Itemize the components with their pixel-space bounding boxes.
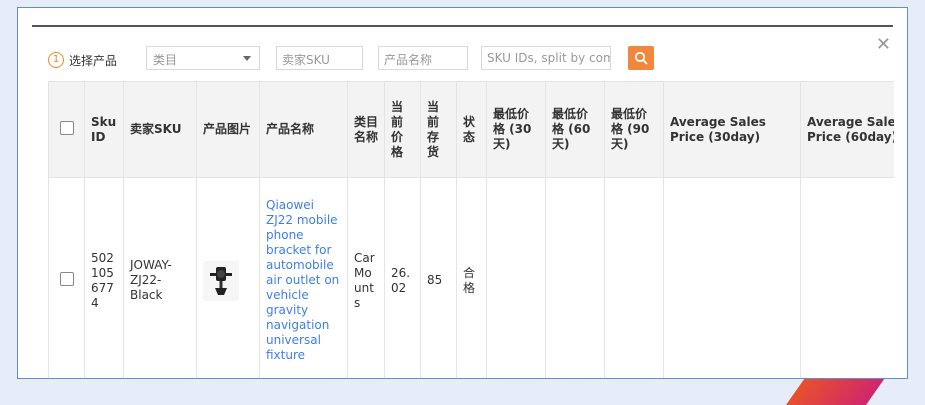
cell-seller-sku: JOWAY-ZJ22-Black bbox=[123, 177, 197, 378]
category-select[interactable]: 类目 bbox=[146, 46, 260, 70]
seller-sku-input[interactable]: 卖家SKU bbox=[276, 46, 363, 70]
cell-avg-price-30 bbox=[663, 177, 801, 378]
cell-min-price-60 bbox=[545, 177, 605, 378]
product-name-input[interactable]: 产品名称 bbox=[378, 46, 468, 70]
search-icon bbox=[634, 51, 648, 65]
header-current-stock[interactable]: 当前存货 bbox=[420, 81, 457, 178]
header-min-price-60[interactable]: 最低价格 (60天) bbox=[545, 81, 605, 178]
cell-product-name[interactable]: Qiaowei ZJ22 mobile phone bracket for au… bbox=[259, 177, 348, 378]
category-select-value: 类目 bbox=[153, 53, 178, 67]
select-product-dialog: ✕ 1 选择产品 类目 卖家SKU 产品名称 SKU IDs, split by… bbox=[17, 7, 908, 379]
header-avg-price-30[interactable]: Average Sales Price (30day) bbox=[663, 81, 801, 178]
close-icon[interactable]: ✕ bbox=[876, 36, 891, 54]
select-all-cell bbox=[48, 81, 85, 178]
header-seller-sku[interactable]: 卖家SKU bbox=[123, 81, 197, 178]
row-checkbox[interactable] bbox=[59, 271, 74, 286]
header-min-price-30[interactable]: 最低价格 (30天) bbox=[486, 81, 546, 178]
cell-status: 合格 bbox=[456, 177, 487, 378]
filter-bar: 1 选择产品 类目 卖家SKU 产品名称 SKU IDs, split by c… bbox=[48, 46, 668, 74]
product-table-container[interactable]: Sku ID 卖家SKU 产品图片 产品名称 类目名称 当前价格 当前存货 状态… bbox=[48, 81, 894, 378]
header-category[interactable]: 类目名称 bbox=[347, 81, 385, 178]
table-row[interactable]: 5021056774 JOWAY-ZJ22-Black Qiaowei ZJ22… bbox=[48, 177, 894, 378]
product-table: Sku ID 卖家SKU 产品图片 产品名称 类目名称 当前价格 当前存货 状态… bbox=[48, 81, 894, 378]
header-current-price[interactable]: 当前价格 bbox=[384, 81, 421, 178]
step-label: 选择产品 bbox=[69, 53, 118, 68]
sku-ids-input[interactable]: SKU IDs, split by com bbox=[481, 46, 611, 70]
header-status[interactable]: 状态 bbox=[456, 81, 487, 178]
cell-category: Car Mounts bbox=[347, 177, 385, 378]
cell-sku-id: 5021056774 bbox=[84, 177, 124, 378]
dialog-header-bar bbox=[32, 25, 893, 27]
select-all-checkbox[interactable] bbox=[59, 120, 74, 135]
search-button[interactable] bbox=[628, 46, 654, 70]
chevron-down-icon bbox=[243, 56, 251, 61]
cell-current-price: 26.02 bbox=[384, 177, 421, 378]
cell-avg-price-60 bbox=[800, 177, 894, 378]
cell-product-image bbox=[196, 177, 260, 378]
phone-mount-icon bbox=[210, 266, 232, 295]
table-header-row: Sku ID 卖家SKU 产品图片 产品名称 类目名称 当前价格 当前存货 状态… bbox=[48, 81, 894, 178]
header-avg-price-60[interactable]: Average Sales Price (60day) bbox=[800, 81, 894, 178]
cell-min-price-30 bbox=[486, 177, 546, 378]
row-select-cell bbox=[48, 177, 85, 378]
step-number-badge: 1 bbox=[48, 52, 64, 68]
header-sku-id[interactable]: Sku ID bbox=[84, 81, 124, 178]
cell-current-stock: 85 bbox=[420, 177, 457, 378]
header-product-image[interactable]: 产品图片 bbox=[196, 81, 260, 178]
header-min-price-90[interactable]: 最低价格 (90天) bbox=[604, 81, 664, 178]
cell-min-price-90 bbox=[604, 177, 664, 378]
product-thumbnail[interactable] bbox=[203, 260, 239, 301]
header-product-name[interactable]: 产品名称 bbox=[259, 81, 348, 178]
